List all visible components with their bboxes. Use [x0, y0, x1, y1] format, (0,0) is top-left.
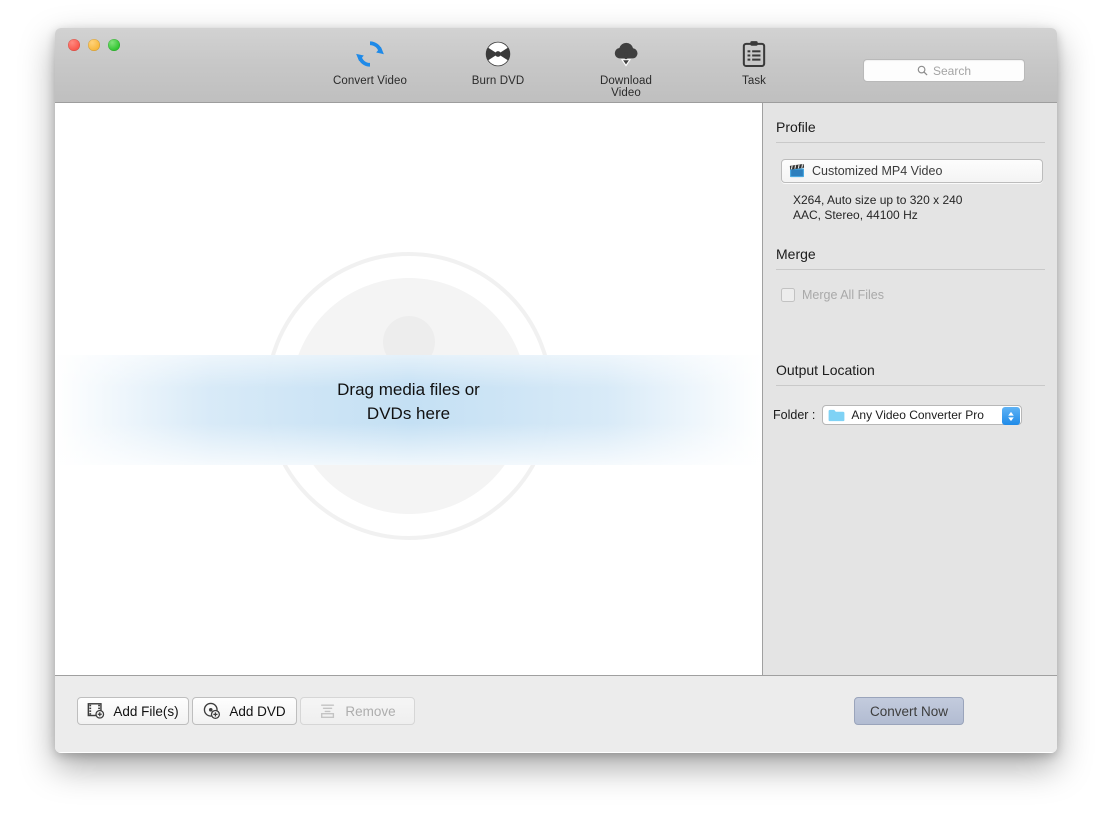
toolbar-items: Convert Video Burn DVD Download Video Ta… [330, 38, 794, 99]
toolbar-item-label: Task [741, 75, 767, 87]
clipboard-task-icon [714, 38, 794, 70]
merge-all-files-checkbox[interactable] [781, 288, 795, 302]
app-window: Convert Video Burn DVD Download Video Ta… [55, 28, 1057, 753]
merge-section-divider [776, 269, 1045, 270]
search-icon [917, 65, 928, 76]
profile-audio-spec: AAC, Stereo, 44100 Hz [793, 208, 918, 222]
toolbar-item-task[interactable]: Task [714, 38, 794, 99]
profile-selected-name: Customized MP4 Video [812, 164, 943, 178]
convert-now-label: Convert Now [869, 703, 949, 719]
bottom-toolbar: Add File(s) Add DVD Remove Convert Now [55, 675, 1057, 752]
output-folder-select[interactable]: Any Video Converter Pro [822, 405, 1023, 425]
profile-selector[interactable]: Customized MP4 Video [781, 159, 1043, 183]
output-folder-value: Any Video Converter Pro [851, 408, 984, 422]
close-window-button[interactable] [68, 39, 80, 51]
toolbar-item-label: Convert Video [333, 75, 407, 87]
add-dvd-label: Add DVD [229, 703, 286, 719]
remove-button[interactable]: Remove [300, 697, 415, 725]
cloud-download-icon [586, 38, 666, 70]
window-toolbar: Convert Video Burn DVD Download Video Ta… [55, 28, 1057, 103]
main-body: Drag media files or DVDs here Profile Cu… [55, 103, 1057, 675]
settings-sidebar: Profile Customized MP4 Video X264, Auto … [763, 103, 1057, 675]
profile-section-divider [776, 142, 1045, 143]
convert-refresh-icon [330, 38, 410, 70]
toolbar-item-burn-dvd[interactable]: Burn DVD [458, 38, 538, 99]
add-file-icon [87, 703, 105, 719]
output-section-title: Output Location [776, 362, 875, 378]
remove-label: Remove [345, 703, 396, 719]
up-down-chevron-icon[interactable] [1002, 407, 1021, 425]
add-dvd-icon [204, 702, 221, 720]
merge-all-files-label: Merge All Files [802, 288, 884, 302]
toolbar-item-label: Download Video [600, 75, 652, 99]
search-placeholder-text: Search [932, 63, 972, 78]
output-folder-caption: Folder : [773, 408, 816, 422]
toolbar-item-download-video[interactable]: Download Video [586, 38, 666, 99]
traffic-light-group [68, 39, 120, 51]
profile-details: X264, Auto size up to 320 x 240 AAC, Ste… [793, 193, 1057, 223]
toolbar-item-label: Burn DVD [471, 75, 525, 87]
merge-all-files-row[interactable]: Merge All Files [781, 288, 1057, 302]
add-files-label: Add File(s) [113, 703, 179, 719]
remove-list-icon [321, 704, 335, 718]
convert-now-button[interactable]: Convert Now [854, 697, 964, 725]
media-drop-zone[interactable]: Drag media files or DVDs here [55, 103, 763, 675]
profile-section-title: Profile [776, 119, 816, 135]
dvd-disc-icon [458, 38, 538, 70]
add-files-button[interactable]: Add File(s) [77, 697, 189, 725]
minimize-window-button[interactable] [88, 39, 100, 51]
merge-section-title: Merge [776, 246, 816, 262]
drop-zone-line-2: DVDs here [366, 404, 451, 423]
drop-zone-text: Drag media files or DVDs here [55, 378, 762, 426]
drop-zone-line-1: Drag media files or [337, 380, 480, 399]
profile-video-spec: X264, Auto size up to 320 x 240 [793, 193, 963, 207]
output-folder-row: Folder : Any Video Converter Pro [773, 405, 1057, 425]
toolbar-item-convert-video[interactable]: Convert Video [330, 38, 410, 99]
folder-icon [828, 409, 845, 421]
search-input[interactable]: Search [863, 59, 1025, 82]
add-dvd-button[interactable]: Add DVD [192, 697, 297, 725]
zoom-window-button[interactable] [108, 39, 120, 51]
output-section-divider [776, 385, 1045, 386]
clapperboard-icon [789, 164, 805, 178]
